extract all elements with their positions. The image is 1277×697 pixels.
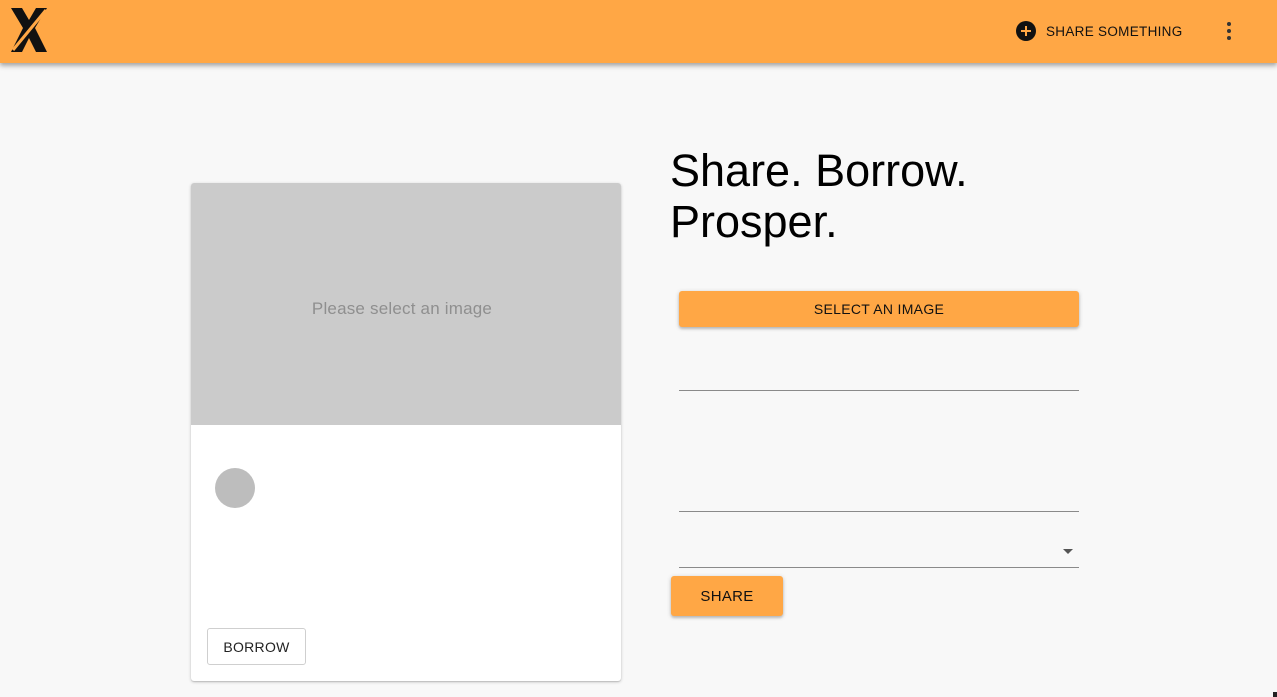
- more-vert-icon: [1227, 22, 1231, 40]
- tags-select[interactable]: [679, 537, 1079, 568]
- select-image-button[interactable]: SELECT AN IMAGE: [679, 291, 1079, 327]
- share-button[interactable]: SHARE: [671, 576, 783, 616]
- item-title-input[interactable]: [679, 360, 1079, 391]
- more-menu-button[interactable]: [1213, 15, 1245, 47]
- dropdown-arrow-icon: [1063, 549, 1073, 554]
- item-description-input[interactable]: [679, 420, 1079, 512]
- share-something-label: SHARE SOMETHING: [1046, 23, 1183, 39]
- add-circle-icon: [1016, 21, 1036, 41]
- app-bar: SHARE SOMETHING: [0, 0, 1277, 63]
- borrow-button[interactable]: BORROW: [207, 628, 306, 665]
- image-placeholder-text: Please select an image: [311, 298, 493, 318]
- headline-line-1: Share. Borrow.: [670, 145, 968, 196]
- avatar: [215, 468, 255, 508]
- boomtown-logo-icon[interactable]: [8, 6, 50, 54]
- page-headline: Share. Borrow. Prosper.: [670, 145, 1090, 247]
- item-image-placeholder: Please select an image: [191, 183, 621, 425]
- item-preview-card: Please select an image BORROW: [191, 183, 621, 681]
- headline-line-2: Prosper.: [670, 196, 838, 247]
- window-corner: [1273, 692, 1277, 697]
- share-something-button[interactable]: SHARE SOMETHING: [1006, 15, 1193, 47]
